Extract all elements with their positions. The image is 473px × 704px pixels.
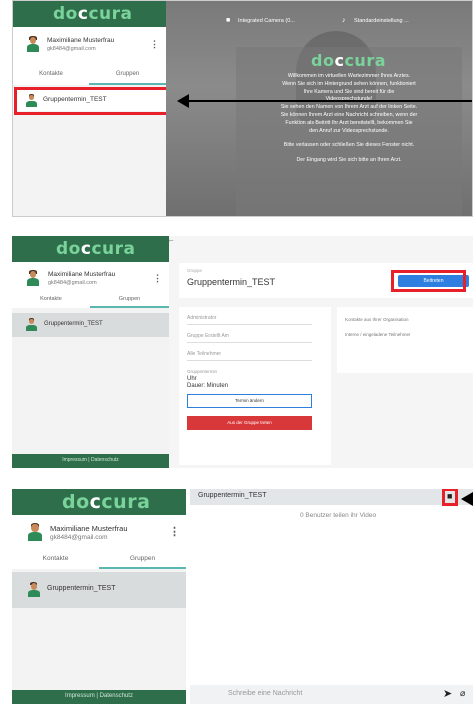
overlay-line: Sie können Ihrem Arzt eine Nachricht sch… [280, 111, 418, 118]
contacts-card: Kontakte aus Ihrer Organisation Interne … [337, 307, 473, 373]
screenshot-panel-group-details: doccura Maximiliane Musterfrau gk8484@gm… [12, 236, 473, 468]
video-area: ■ Integrated Camera (0... ♪ Standardeins… [166, 1, 472, 216]
sidebar: doccura Maximiliane Musterfrau gk8484@gm… [12, 236, 169, 468]
group-list-item[interactable]: Gruppentermin_TEST [12, 313, 169, 337]
group-label: Gruppe [187, 268, 203, 273]
tab-contacts[interactable]: Kontakte [12, 555, 99, 569]
tab-groups[interactable]: Gruppen [99, 555, 186, 569]
group-name: Gruppentermin_TEST [47, 585, 116, 592]
group-avatar [26, 582, 41, 597]
group-name: Gruppentermin_TEST [44, 321, 103, 327]
schedule-label: Gruppentermin [187, 369, 218, 374]
highlight-box-group-item [14, 87, 174, 115]
field-participants: Alle Teilnehmer [187, 351, 312, 361]
contacts-title: Kontakte aus Ihrer Organisation [345, 317, 409, 322]
user-card: Maximiliane Musterfrau gk8484@gmail.com … [13, 27, 166, 71]
app-logo: doccura [62, 491, 151, 513]
tab-groups[interactable]: Gruppen [90, 296, 169, 308]
user-name: Maximiliane Musterfrau [47, 37, 115, 44]
overlay-line: Willkommen im virtuellen Wartezimmer Ihr… [287, 73, 411, 79]
field-created: Gruppe Erstellt Am [187, 333, 312, 343]
screenshot-panel-waiting-room: doccura Maximiliane Musterfrau gk8484@gm… [12, 0, 473, 217]
annotation-arrow-line [189, 100, 472, 102]
user-card: Maximiliane Musterfrau gk8484@gmail.com … [12, 515, 186, 559]
overlay-line: Ihre Kamera und Sie sind bereit für die [303, 88, 395, 95]
screenshot-panel-group-chat: doccura Maximiliane Musterfrau gk8484@gm… [12, 489, 473, 704]
overlay-logo: doccura [311, 51, 386, 70]
app-logo: doccura [56, 239, 136, 259]
field-administrator: Administrator [187, 315, 312, 325]
sidebar: doccura Maximiliane Musterfrau gk8484@gm… [12, 489, 186, 704]
footer-links[interactable]: Impressum | Datenschutz [12, 693, 186, 699]
sidebar-header: doccura [12, 489, 186, 515]
sidebar-footer: Impressum | Datenschutz [12, 690, 186, 704]
main-area: ← Gruppe Gruppentermin_TEST Beitreten Ad… [166, 236, 473, 468]
chat-header: Gruppentermin_TEST ■ [190, 489, 473, 505]
schedule-uhr: Uhr [187, 376, 197, 382]
camera-select[interactable]: Integrated Camera (0... [238, 18, 295, 24]
video-camera-icon: ■ [226, 17, 231, 24]
more-options-icon[interactable]: ⋮ [150, 39, 159, 50]
annotation-arrow-head [461, 492, 473, 506]
tab-contacts[interactable]: Kontakte [12, 296, 90, 308]
overlay-line: Der Eingang wird Sie sich bitte an Ihren… [296, 157, 402, 164]
overlay-line: Funktion als Beitritt Ihr Arzt bereitste… [285, 119, 413, 126]
group-avatar [25, 318, 38, 331]
chat-area: Gruppentermin_TEST ■ 0 Benutzer teilen i… [190, 489, 473, 704]
device-bar: ■ Integrated Camera (0... ♪ Standardeins… [226, 15, 466, 31]
overlay-line: Wenn Sie sich im Hintergrund sehen könne… [282, 80, 416, 87]
user-name: Maximiliane Musterfrau [50, 524, 128, 533]
attachment-icon[interactable]: ⌀ [460, 688, 465, 699]
video-status: 0 Benutzer teilen ihr Video [300, 512, 377, 519]
tab-groups[interactable]: Gruppen [89, 71, 166, 85]
microphone-select[interactable]: Standardeinstellung ... [354, 18, 409, 24]
group-list-item[interactable]: Gruppentermin_TEST [12, 572, 186, 608]
user-name: Maximiliane Musterfrau [48, 271, 116, 278]
sidebar-header: doccura [13, 1, 166, 27]
sidebar-footer: Impressum | Datenschutz [12, 454, 169, 468]
user-avatar [26, 523, 44, 541]
leave-group-button[interactable]: Aus der Gruppe treten [187, 416, 312, 430]
user-email: gk8484@gmail.com [50, 534, 108, 541]
overlay-text: Willkommen im virtuellen Wartezimmer Ihr… [236, 73, 462, 165]
back-arrow-icon[interactable]: ← [166, 236, 175, 244]
app-logo: doccura [53, 4, 133, 24]
user-avatar [25, 270, 41, 286]
schedule-duration: Dauer: Minuten [187, 383, 229, 389]
send-icon[interactable]: ➤ [443, 687, 452, 700]
user-email: gk8484@gmail.com [48, 280, 97, 286]
tab-contacts[interactable]: Kontakte [13, 71, 89, 85]
overlay-line: Bitte verlassen oder schließen Sie diese… [283, 142, 415, 149]
message-bar: Schreibe eine Nachricht ➤ ⌀ [190, 685, 473, 704]
group-title: Gruppentermin_TEST [187, 277, 276, 287]
overlay-line: Sie sehen den Namen von Ihrem Arzt auf d… [280, 104, 418, 111]
overlay-line: den Anruf zur Videosprechstunde. [309, 127, 389, 134]
user-email: gk8484@gmail.com [47, 46, 96, 52]
details-card: Administrator Gruppe Erstellt Am Alle Te… [179, 307, 331, 465]
message-input[interactable]: Schreibe eine Nachricht [228, 690, 302, 697]
microphone-icon: ♪ [342, 17, 346, 24]
user-avatar [25, 36, 41, 52]
footer-links[interactable]: Impressum | Datenschutz [12, 457, 169, 463]
more-options-icon[interactable]: ⋮ [169, 525, 180, 538]
more-options-icon[interactable]: ⋮ [153, 273, 162, 284]
highlight-box-video-call [442, 489, 458, 506]
annotation-arrow-head [177, 94, 189, 108]
sidebar-header: doccura [12, 236, 169, 262]
contacts-sub: Interne / eingeladene Teilnehmer [345, 332, 411, 337]
change-appointment-button[interactable]: Termin ändern [187, 394, 312, 408]
chat-title: Gruppentermin_TEST [198, 492, 267, 499]
highlight-box-join [391, 270, 466, 292]
welcome-overlay: doccura Willkommen im virtuellen Wartezi… [236, 47, 462, 216]
